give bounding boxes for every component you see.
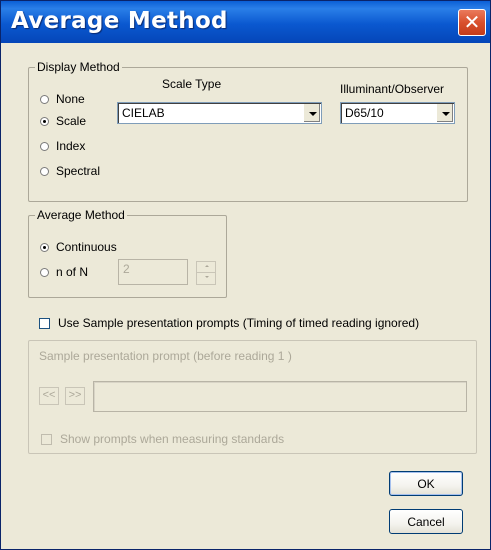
spin-up-icon[interactable] bbox=[197, 262, 215, 273]
close-icon: ✕ bbox=[463, 10, 481, 34]
radio-scale-label: Scale bbox=[56, 114, 87, 128]
radio-index[interactable]: Index bbox=[40, 138, 85, 154]
next-prompt-button[interactable]: >> bbox=[65, 387, 85, 405]
illuminant-observer-label: Illuminant/Observer bbox=[340, 82, 445, 96]
scale-type-select[interactable]: CIELAB bbox=[117, 102, 322, 124]
scale-type-label: Scale Type bbox=[162, 77, 222, 91]
radio-spectral[interactable]: Spectral bbox=[40, 163, 100, 179]
n-value-text: 2 bbox=[123, 262, 130, 276]
sample-prompt-group: Sample presentation prompt (before readi… bbox=[28, 340, 477, 454]
previous-icon: << bbox=[42, 389, 56, 401]
use-sample-prompts-label: Use Sample presentation prompts (Timing … bbox=[58, 316, 420, 330]
radio-n-of-n[interactable]: n of N bbox=[40, 264, 88, 280]
cancel-button[interactable]: Cancel bbox=[389, 509, 463, 534]
radio-none-dot[interactable] bbox=[40, 94, 49, 104]
prompt-text-field[interactable] bbox=[93, 381, 467, 412]
radio-n-of-n-dot[interactable] bbox=[40, 267, 49, 277]
cancel-button-label: Cancel bbox=[407, 515, 445, 529]
prev-prompt-button[interactable]: << bbox=[39, 387, 59, 405]
show-prompts-standards-label: Show prompts when measuring standards bbox=[60, 432, 285, 446]
illuminant-observer-select[interactable]: D65/10 bbox=[340, 102, 455, 124]
radio-continuous-dot[interactable] bbox=[40, 242, 49, 252]
radio-scale-dot[interactable] bbox=[40, 116, 49, 126]
show-prompts-standards-box[interactable] bbox=[41, 433, 52, 445]
average-method-group: Average Method Continuous n of N 2 bbox=[28, 208, 227, 298]
chevron-down-icon[interactable] bbox=[436, 104, 453, 122]
average-method-legend: Average Method bbox=[35, 208, 127, 222]
next-icon: >> bbox=[68, 389, 82, 401]
ok-button[interactable]: OK bbox=[389, 471, 463, 496]
illuminant-observer-value: D65/10 bbox=[345, 106, 384, 120]
radio-index-dot[interactable] bbox=[40, 141, 49, 151]
n-value-input[interactable]: 2 bbox=[118, 259, 188, 285]
radio-none-label: None bbox=[56, 92, 85, 106]
use-sample-prompts-checkbox[interactable]: Use Sample presentation prompts (Timing … bbox=[39, 315, 419, 331]
radio-n-of-n-label: n of N bbox=[56, 265, 89, 279]
n-value-spinner[interactable] bbox=[196, 261, 216, 285]
spin-down-icon[interactable] bbox=[197, 273, 215, 284]
title-bar[interactable]: Average Method ✕ bbox=[1, 1, 490, 43]
show-prompts-standards-checkbox[interactable]: Show prompts when measuring standards bbox=[41, 431, 284, 447]
average-method-dialog: Average Method ✕ Display Method None Sca… bbox=[0, 0, 491, 550]
dialog-body: Display Method None Scale Index Spectral… bbox=[4, 43, 487, 546]
radio-continuous-label: Continuous bbox=[56, 240, 117, 254]
scale-type-value: CIELAB bbox=[122, 106, 165, 120]
use-sample-prompts-box[interactable] bbox=[39, 317, 50, 329]
window-title: Average Method bbox=[11, 8, 228, 34]
radio-index-label: Index bbox=[56, 139, 86, 153]
radio-spectral-label: Spectral bbox=[56, 164, 101, 178]
radio-continuous[interactable]: Continuous bbox=[40, 239, 117, 255]
radio-spectral-dot[interactable] bbox=[40, 166, 49, 176]
radio-none[interactable]: None bbox=[40, 91, 85, 107]
chevron-down-icon[interactable] bbox=[303, 104, 320, 122]
radio-scale[interactable]: Scale bbox=[40, 113, 86, 129]
display-method-legend: Display Method bbox=[35, 60, 122, 74]
display-method-group: Display Method None Scale Index Spectral… bbox=[28, 60, 468, 202]
sample-prompt-legend: Sample presentation prompt (before readi… bbox=[39, 349, 292, 363]
close-button[interactable]: ✕ bbox=[458, 9, 486, 36]
ok-button-label: OK bbox=[417, 477, 435, 491]
